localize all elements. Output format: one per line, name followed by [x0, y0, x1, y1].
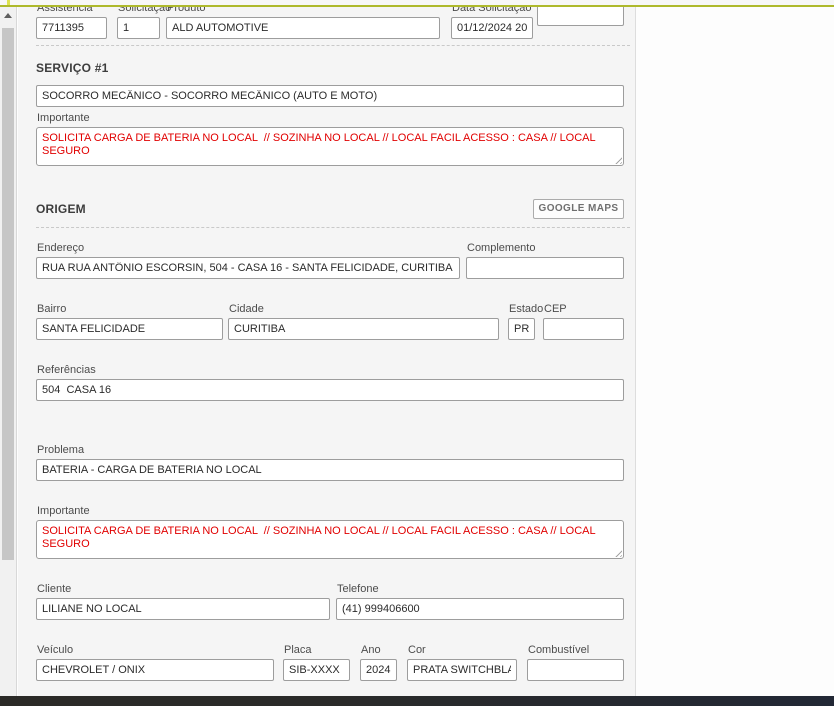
servico-tipo-input[interactable]: [36, 85, 624, 107]
cor-field: Cor: [407, 644, 517, 681]
cep-input[interactable]: [543, 318, 624, 340]
service-order-window: Assistência Solicitação Produto Data Sol…: [0, 0, 834, 706]
complemento-field: Complemento: [466, 242, 624, 279]
problema-field: Problema: [36, 444, 624, 481]
assistencia-field: Assistência: [36, 2, 107, 39]
combustivel-input[interactable]: [527, 659, 624, 681]
problema-label: Problema: [37, 444, 624, 457]
estado-label: Estado: [509, 303, 535, 316]
ano-input[interactable]: [360, 659, 397, 681]
combustivel-field: Combustível: [527, 644, 624, 681]
cidade-input[interactable]: [228, 318, 499, 340]
veiculo-label: Veículo: [37, 644, 274, 657]
problema-input[interactable]: [36, 459, 624, 481]
bairro-input[interactable]: [36, 318, 223, 340]
solicitacao-field: Solicitação: [117, 2, 160, 39]
estado-input[interactable]: [508, 318, 535, 340]
origem-importante-field: Importante SOLICITA CARGA DE BATERIA NO …: [36, 505, 624, 559]
cliente-input[interactable]: [36, 598, 330, 620]
arrow-up-icon: [4, 13, 12, 18]
cor-label: Cor: [408, 644, 517, 657]
extra-input[interactable]: [537, 4, 624, 26]
separator: [36, 227, 630, 228]
vertical-scrollbar[interactable]: [0, 7, 17, 696]
bairro-label: Bairro: [37, 303, 223, 316]
endereco-input[interactable]: [36, 257, 460, 279]
scrollbar-thumb[interactable]: [2, 28, 14, 560]
telefone-input[interactable]: [336, 598, 624, 620]
cep-label: CEP: [544, 303, 624, 316]
data-solicitacao-field: Data Solicitação: [451, 2, 533, 39]
origem-importante-label: Importante: [37, 505, 624, 518]
servico-importante-field: Importante SOLICITA CARGA DE BATERIA NO …: [36, 112, 624, 166]
referencias-field: Referências: [36, 364, 624, 401]
servico-heading: SERVIÇO #1: [36, 61, 108, 75]
data-solicitacao-input[interactable]: [451, 17, 533, 39]
bairro-field: Bairro: [36, 303, 223, 340]
servico-importante-label: Importante: [37, 112, 624, 125]
scrollbar-up-button[interactable]: [0, 7, 16, 24]
separator: [36, 45, 630, 46]
complemento-label: Complemento: [467, 242, 624, 255]
produto-field: Produto: [166, 2, 440, 39]
assistencia-input[interactable]: [36, 17, 107, 39]
placa-input[interactable]: [283, 659, 350, 681]
veiculo-field: Veículo: [36, 644, 274, 681]
telefone-label: Telefone: [337, 583, 624, 596]
cliente-field: Cliente: [36, 583, 330, 620]
servico-tipo-field: [36, 85, 624, 107]
cor-input[interactable]: [407, 659, 517, 681]
cidade-label: Cidade: [229, 303, 499, 316]
endereco-field: Endereço: [36, 242, 460, 279]
placa-label: Placa: [284, 644, 350, 657]
origem-importante-textarea[interactable]: SOLICITA CARGA DE BATERIA NO LOCAL // SO…: [36, 520, 624, 559]
cliente-label: Cliente: [37, 583, 330, 596]
bottom-taskbar: [0, 696, 834, 706]
cep-field: CEP: [543, 303, 624, 340]
google-maps-button[interactable]: GOOGLE MAPS: [533, 199, 624, 219]
placa-field: Placa: [283, 644, 350, 681]
servico-importante-textarea[interactable]: SOLICITA CARGA DE BATERIA NO LOCAL // SO…: [36, 127, 624, 166]
complemento-input[interactable]: [466, 257, 624, 279]
veiculo-input[interactable]: [36, 659, 274, 681]
ano-label: Ano: [361, 644, 397, 657]
telefone-field: Telefone: [336, 583, 624, 620]
estado-field: Estado: [508, 303, 535, 340]
referencias-input[interactable]: [36, 379, 624, 401]
origem-heading: ORIGEM: [36, 202, 86, 216]
combustivel-label: Combustível: [528, 644, 624, 657]
accent-tick: [7, 0, 10, 5]
cidade-field: Cidade: [228, 303, 499, 340]
endereco-label: Endereço: [37, 242, 460, 255]
referencias-label: Referências: [37, 364, 624, 377]
produto-input[interactable]: [166, 17, 440, 39]
ano-field: Ano: [360, 644, 397, 681]
solicitacao-input[interactable]: [117, 17, 160, 39]
accent-line: [0, 5, 834, 7]
